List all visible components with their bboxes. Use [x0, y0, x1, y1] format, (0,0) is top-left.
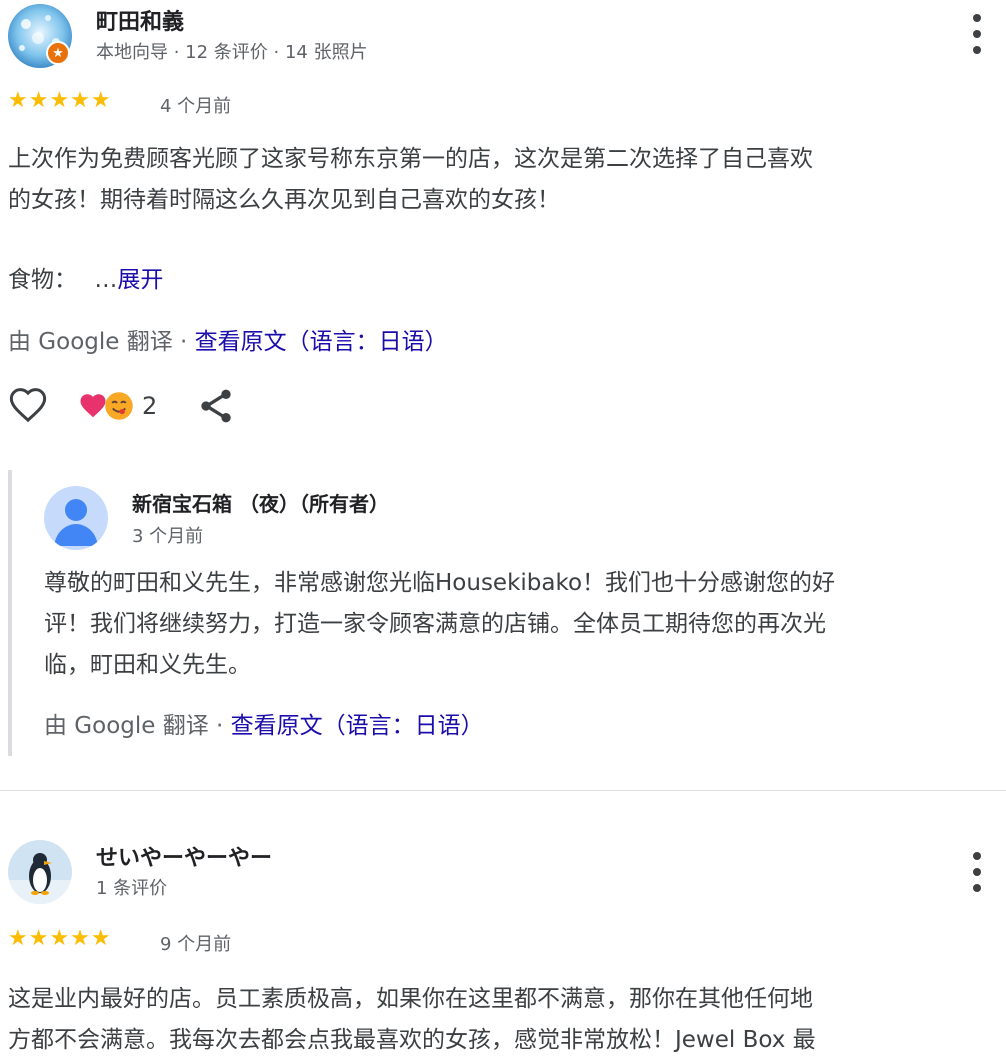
translated-by-label: 由 Google 翻译 ·	[44, 713, 224, 739]
heart-outline-icon	[9, 388, 47, 423]
reviewer-name[interactable]: 町田和義	[96, 4, 184, 36]
reviewer-meta: 本地向导 · 12 条评价 · 14 张照片	[96, 42, 368, 63]
review-date: 4 个月前	[160, 96, 232, 117]
star-rating: ★★★★★	[8, 926, 112, 951]
yum-emoji-icon	[105, 392, 133, 420]
star-rating: ★★★★★	[8, 88, 112, 113]
local-guide-badge-icon: ★	[46, 41, 70, 65]
share-icon	[201, 389, 231, 423]
reactions-summary[interactable]: 2	[78, 388, 157, 424]
review-date: 9 个月前	[160, 934, 232, 955]
reviewer-meta: 1 条评价	[96, 878, 168, 899]
reply-date: 3 个月前	[132, 526, 204, 547]
review-divider	[0, 790, 1006, 791]
share-button[interactable]	[196, 386, 236, 426]
owner-name: 新宿宝石箱 （夜）（所有者）	[132, 492, 389, 516]
owner-avatar	[44, 486, 108, 550]
reaction-count: 2	[142, 392, 158, 420]
translated-by-label: 由 Google 翻译 ·	[8, 329, 188, 355]
reviewer-name[interactable]: せいやーやーやー	[96, 840, 272, 872]
reply-indent-bar	[8, 470, 12, 756]
translation-line: 由 Google 翻译 · 查看原文（语言：日语）	[8, 322, 448, 356]
food-label: 食物：	[8, 267, 77, 293]
expand-link[interactable]: 展开	[117, 267, 163, 293]
like-button[interactable]	[8, 386, 48, 426]
more-options-button[interactable]	[965, 852, 989, 892]
more-options-button[interactable]	[965, 14, 989, 54]
ellipsis: …	[94, 267, 118, 293]
review-text: 上次作为免费顾客光顾了这家号称东京第一的店，这次是第二次选择了自己喜欢 的女孩！…	[8, 146, 813, 213]
reply-text: 尊敬的町田和义先生，非常感谢您光临Housekibako！我们也十分感谢您的好 …	[44, 570, 836, 678]
review-text: 这是业内最好的店。员工素质极高，如果你在这里都不满意，那你在其他任何地 方都不会…	[8, 986, 816, 1053]
avatar[interactable]	[8, 840, 72, 904]
view-original-link[interactable]: 查看原文（语言：日语）	[231, 713, 484, 739]
reply-translation-line: 由 Google 翻译 · 查看原文（语言：日语）	[44, 706, 484, 740]
view-original-link[interactable]: 查看原文（语言：日语）	[195, 329, 448, 355]
review-food-line: 食物： …展开	[8, 260, 163, 301]
